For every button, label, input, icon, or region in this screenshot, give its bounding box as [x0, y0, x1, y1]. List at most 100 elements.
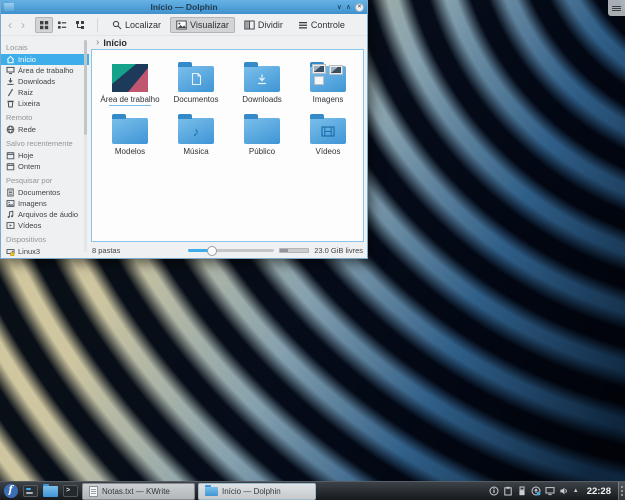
show-desktop-button[interactable]: [618, 482, 625, 500]
folder-view[interactable]: Área de trabalho Documentos: [91, 49, 364, 242]
folder-icon: [205, 487, 218, 496]
breadcrumb[interactable]: › Início: [89, 36, 367, 49]
sidebar-item-trash[interactable]: Lixeira: [1, 98, 89, 109]
sidebar-item-search-documents[interactable]: Documentos: [1, 187, 89, 198]
terminal-icon: >: [63, 485, 78, 497]
section-title: Salvo recentemente: [1, 135, 89, 150]
split-icon: [244, 20, 255, 30]
section-title: Dispositivos: [1, 231, 89, 246]
hamburger-menu-icon: [298, 20, 308, 30]
split-button[interactable]: Dividir: [238, 17, 289, 33]
volume-icon[interactable]: [559, 486, 570, 497]
folder-item-public[interactable]: Público: [229, 112, 295, 164]
desktop-preview-icon: [112, 64, 148, 92]
folder-downloads-icon: [244, 66, 280, 92]
places-panel: Locais Início Área de trabalho Downloads…: [1, 36, 89, 258]
folder-documents-icon: [178, 66, 214, 92]
disk-capacity-bar: [279, 248, 309, 253]
taskbar: f > Notas.txt — KWrite Início — Dolphin: [0, 481, 625, 500]
sidebar-item-network[interactable]: Rede: [1, 124, 89, 135]
breadcrumb-location[interactable]: Início: [103, 38, 127, 48]
folder-item-downloads[interactable]: Downloads: [229, 60, 295, 112]
sidebar-item-search-videos[interactable]: Vídeos: [1, 220, 89, 231]
find-button[interactable]: Localizar: [106, 17, 167, 33]
hamburger-icon: [612, 5, 621, 12]
chevron-icon: ›: [96, 38, 99, 48]
folder-item-images[interactable]: Imagens: [295, 60, 361, 112]
document-icon: [89, 486, 98, 497]
display-icon[interactable]: [545, 486, 556, 497]
details-view-icon: [57, 20, 67, 30]
clock[interactable]: 22:28: [582, 486, 615, 497]
task-dolphin[interactable]: Início — Dolphin: [198, 483, 316, 500]
folder-icon: [43, 486, 58, 497]
sidebar-item-search-images[interactable]: Imagens: [1, 198, 89, 209]
folder-item-desktop[interactable]: Área de trabalho: [97, 60, 163, 112]
terminal-launcher[interactable]: >: [62, 483, 79, 499]
control-button[interactable]: Controle: [292, 17, 351, 33]
notifications-icon[interactable]: [489, 486, 500, 497]
system-tray: ▲: [489, 486, 579, 497]
desktop-toolbox-button[interactable]: [608, 0, 625, 16]
control-label: Controle: [311, 20, 345, 30]
app-menu-button[interactable]: f: [2, 483, 19, 499]
section-title: Pesquisar por: [1, 172, 89, 187]
folder-item-videos[interactable]: Vídeos: [295, 112, 361, 164]
folder-images-icon: [310, 66, 346, 92]
preview-icon: [176, 20, 187, 30]
zoom-slider-handle[interactable]: [207, 246, 217, 256]
folder-icon: [244, 118, 280, 144]
desktop-icon: [6, 66, 15, 75]
expand-tray-button[interactable]: ▲: [573, 488, 579, 494]
forward-button[interactable]: ›: [18, 19, 28, 31]
pager-widget[interactable]: [22, 483, 39, 499]
statusbar: 8 pastas 23.0 GiB livres: [89, 242, 367, 258]
minimize-button[interactable]: ∨: [337, 4, 342, 11]
sidebar-item-root[interactable]: Raiz: [1, 87, 89, 98]
tree-view-icon: [75, 20, 85, 30]
task-kwrite[interactable]: Notas.txt — KWrite: [82, 483, 195, 500]
dolphin-window: Início — Dolphin ∨ ∧ × ‹ ›: [0, 0, 368, 259]
icons-view-icon: [39, 20, 49, 30]
details-view-button[interactable]: [53, 17, 71, 33]
video-icon: [6, 221, 15, 230]
root-icon: [6, 88, 15, 97]
icons-view-button[interactable]: [35, 17, 53, 33]
clipboard-icon[interactable]: [503, 486, 514, 497]
tree-view-button[interactable]: [71, 17, 89, 33]
back-button[interactable]: ‹: [5, 19, 15, 31]
sidebar-item-search-audio[interactable]: Arquivos de áudio: [1, 209, 89, 220]
titlebar[interactable]: Início — Dolphin ∨ ∧ ×: [1, 0, 367, 14]
image-icon: [6, 199, 15, 208]
network-icon: [6, 125, 15, 134]
section-title: Remoto: [1, 109, 89, 124]
updates-icon[interactable]: [531, 486, 542, 497]
sidebar-item-home[interactable]: Início: [1, 54, 89, 65]
device-notifier-icon[interactable]: [517, 486, 528, 497]
preview-button[interactable]: Visualizar: [170, 17, 235, 33]
calendar-icon: [6, 151, 15, 160]
close-button[interactable]: ×: [355, 3, 364, 12]
calendar-icon: [6, 162, 15, 171]
folder-item-documents[interactable]: Documentos: [163, 60, 229, 112]
sidebar-item-device-armazem1[interactable]: Armazem1: [1, 257, 89, 258]
window-title: Início — Dolphin: [1, 2, 367, 12]
sidebar-item-device-linux3[interactable]: Linux3: [1, 246, 89, 257]
sidebar-item-downloads[interactable]: Downloads: [1, 76, 89, 87]
find-label: Localizar: [125, 20, 161, 30]
pager-icon: [23, 485, 38, 497]
maximize-button[interactable]: ∧: [346, 4, 351, 11]
sidebar-item-today[interactable]: Hoje: [1, 150, 89, 161]
folder-item-music[interactable]: ♪ Música: [163, 112, 229, 164]
file-manager-launcher[interactable]: [42, 483, 59, 499]
section-title: Locais: [1, 39, 89, 54]
sidebar-scrollbar[interactable]: [84, 40, 87, 252]
audio-icon: [6, 210, 15, 219]
preview-label: Visualizar: [190, 20, 229, 30]
zoom-slider[interactable]: [188, 245, 274, 255]
folder-item-templates[interactable]: Modelos: [97, 112, 163, 164]
sidebar-item-desktop[interactable]: Área de trabalho: [1, 65, 89, 76]
toolbar: ‹ ›: [1, 14, 367, 36]
drive-icon: [6, 247, 15, 256]
sidebar-item-yesterday[interactable]: Ontem: [1, 161, 89, 172]
